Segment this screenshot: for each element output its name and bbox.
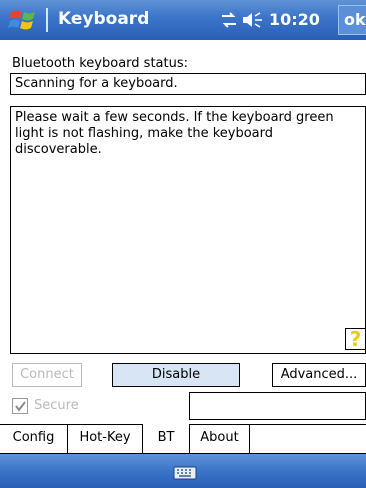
clock[interactable]: 10:20 [269, 10, 320, 29]
tab-hot-key[interactable]: Hot-Key [68, 424, 142, 453]
connect-button[interactable]: Connect [12, 363, 82, 387]
title-bar: Keyboard 10:20 ok [0, 0, 366, 40]
soft-key-bar [0, 454, 366, 488]
tab-active-gap [143, 424, 189, 425]
status-field: Scanning for a keyboard. [10, 73, 366, 95]
secure-field[interactable] [189, 392, 366, 420]
volume-icon[interactable] [242, 11, 264, 29]
ok-button[interactable]: ok [338, 5, 366, 35]
message-text: Please wait a few seconds. If the keyboa… [15, 110, 334, 157]
tab-about[interactable]: About [190, 424, 250, 453]
secure-label: Secure [34, 398, 79, 413]
connectivity-icon[interactable] [220, 12, 238, 28]
message-area: Please wait a few seconds. If the keyboa… [10, 106, 366, 354]
keyboard-icon[interactable] [173, 466, 197, 480]
advanced-button[interactable]: Advanced... [272, 363, 366, 387]
secure-checkbox[interactable] [12, 398, 28, 414]
windows-start-icon[interactable] [8, 6, 40, 34]
help-button[interactable]: ? [345, 328, 366, 350]
title-separator [46, 8, 48, 32]
disable-button[interactable]: Disable [112, 363, 240, 387]
check-icon [15, 401, 26, 412]
tab-bar: Config Hot-Key BT About [0, 424, 366, 454]
status-label: Bluetooth keyboard status: [12, 56, 188, 71]
tab-config[interactable]: Config [0, 424, 68, 453]
window-title: Keyboard [58, 9, 150, 29]
tab-bt[interactable]: BT [142, 424, 190, 453]
